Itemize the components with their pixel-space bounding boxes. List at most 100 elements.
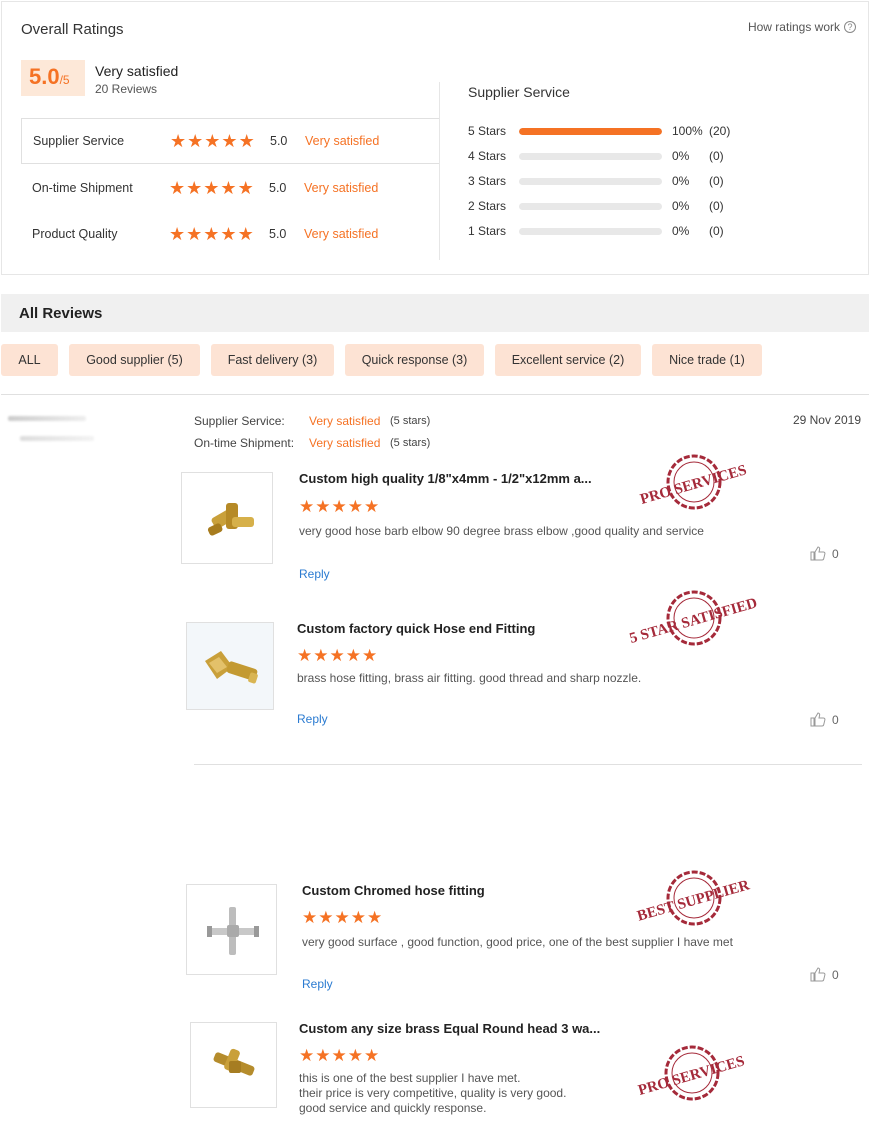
distribution-label: 1 Stars — [468, 224, 507, 238]
thumbs-up-icon — [810, 546, 826, 561]
product-stars: ★ ★ ★ ★ ★ — [302, 909, 382, 927]
product-thumbnail[interactable] — [186, 884, 277, 975]
tag-excellent-service[interactable]: Excellent service (2) — [495, 344, 641, 376]
star-icon: ★ — [362, 646, 378, 665]
distribution-percent: 0% — [672, 199, 690, 213]
product-stars: ★ ★ ★ ★ ★ — [299, 498, 379, 516]
overall-score-box: 5.0/5 — [21, 60, 85, 96]
distribution-percent: 0% — [672, 224, 690, 238]
product-thumbnail[interactable] — [181, 472, 273, 564]
category-stars: ★ ★ ★ ★ ★ — [169, 225, 269, 243]
like-count: 0 — [832, 967, 839, 982]
review-text-line: good service and quickly response. — [299, 1101, 487, 1115]
tag-quick-response[interactable]: Quick response (3) — [345, 344, 484, 376]
brass-hose-fitting-image — [187, 623, 273, 709]
distribution-row-3: 3 Stars 0% (0) — [468, 173, 724, 189]
star-icon: ★ — [367, 908, 383, 927]
star-icon: ★ — [186, 224, 203, 244]
category-row-product-quality[interactable]: Product Quality ★ ★ ★ ★ ★ 5.0 Very satisfied — [21, 211, 439, 257]
star-icon: ★ — [170, 131, 187, 151]
like-button[interactable]: 0 — [810, 967, 839, 982]
distribution-label: 5 Stars — [468, 124, 507, 138]
distribution-bar — [519, 152, 662, 160]
category-name: On-time Shipment — [32, 181, 133, 195]
star-icon: ★ — [187, 131, 204, 151]
thumbs-up-icon — [810, 967, 826, 982]
product-title[interactable]: Custom Chromed hose fitting — [302, 883, 485, 898]
distribution-bar — [519, 127, 662, 135]
reply-link[interactable]: Reply — [297, 712, 328, 726]
tag-nice-trade[interactable]: Nice trade (1) — [652, 344, 762, 376]
star-icon: ★ — [315, 497, 331, 516]
star-icon: ★ — [220, 178, 237, 198]
star-icon: ★ — [331, 497, 347, 516]
distribution-bar — [519, 177, 662, 185]
distribution-title: Supplier Service — [468, 84, 570, 100]
category-row-supplier-service[interactable]: Supplier Service ★ ★ ★ ★ ★ 5.0 Very satisfie… — [21, 118, 439, 164]
stamp-text: PRO SERVICES — [638, 462, 748, 508]
category-score: 5.0 — [270, 134, 288, 148]
star-icon: ★ — [364, 497, 380, 516]
brass-tee-fitting-image — [213, 1048, 255, 1076]
star-icon: ★ — [203, 178, 220, 198]
overall-score-max: /5 — [59, 73, 70, 87]
tag-fast-delivery[interactable]: Fast delivery (3) — [211, 344, 334, 376]
distribution-label: 3 Stars — [468, 174, 507, 188]
star-icon: ★ — [334, 908, 350, 927]
distribution-count: (0) — [709, 199, 724, 213]
how-ratings-work-label: How ratings work — [747, 20, 840, 34]
distribution-percent: 100% — [672, 124, 703, 138]
category-score: 5.0 — [269, 227, 287, 241]
distribution-bar-fill — [519, 127, 662, 135]
best-supplier-stamp: BEST SUPPLIER — [635, 870, 752, 926]
overall-ratings-title: Overall Ratings — [21, 21, 124, 38]
review-date: 29 Nov 2019 — [792, 413, 861, 427]
product-title[interactable]: Custom high quality 1/8"x4mm - 1/2"x12mm… — [299, 471, 592, 486]
divider — [1, 394, 869, 395]
distribution-bar — [519, 202, 662, 210]
stamp-text: 5 STAR SATISFIED — [628, 595, 759, 647]
product-title[interactable]: Custom any size brass Equal Round head 3… — [299, 1021, 600, 1036]
star-icon: ★ — [347, 497, 363, 516]
distribution-percent: 0% — [672, 149, 690, 163]
shipment-label: On-time Shipment: — [194, 436, 295, 450]
category-label: Very satisfied — [304, 227, 379, 241]
star-icon: ★ — [169, 178, 186, 198]
star-icon: ★ — [331, 1046, 347, 1065]
distribution-bar — [519, 227, 662, 235]
distribution-count: (0) — [709, 149, 724, 163]
star-icon: ★ — [350, 908, 366, 927]
like-button[interactable]: 0 — [810, 712, 839, 727]
star-icon: ★ — [347, 1046, 363, 1065]
tag-all[interactable]: ALL — [1, 344, 58, 376]
star-icon: ★ — [345, 646, 361, 665]
distribution-percent: 0% — [672, 174, 690, 188]
chromed-cross-fitting-image — [207, 907, 259, 955]
stamp-text: PRO SERVICES — [636, 1053, 746, 1099]
category-row-on-time-shipment[interactable]: On-time Shipment ★ ★ ★ ★ ★ 5.0 Very satisfie… — [21, 165, 439, 211]
reply-link[interactable]: Reply — [299, 567, 330, 581]
star-icon: ★ — [220, 224, 237, 244]
supplier-service-label: Supplier Service: — [194, 414, 285, 428]
how-ratings-work-link[interactable]: How ratings work ? — [748, 20, 856, 34]
distribution-label: 2 Stars — [468, 199, 507, 213]
distribution-row-2: 2 Stars 0% (0) — [468, 198, 724, 214]
reviews-count: 20 Reviews — [95, 82, 158, 96]
distribution-row-5: 5 Stars 100% (20) — [468, 123, 730, 139]
like-button[interactable]: 0 — [810, 546, 839, 561]
product-thumbnail[interactable] — [186, 622, 274, 710]
product-thumbnail[interactable] — [190, 1022, 277, 1108]
like-count: 0 — [832, 546, 839, 561]
star-icon: ★ — [204, 131, 221, 151]
category-score: 5.0 — [269, 181, 287, 195]
product-title[interactable]: Custom factory quick Hose end Fitting — [297, 621, 535, 636]
star-icon: ★ — [238, 131, 255, 151]
five-star-satisfied-stamp: 5 STAR SATISFIED — [628, 590, 759, 647]
product-stars: ★ ★ ★ ★ ★ — [299, 1047, 379, 1065]
tag-good-supplier[interactable]: Good supplier (5) — [69, 344, 200, 376]
product-stars: ★ ★ ★ ★ ★ — [297, 647, 377, 665]
star-icon: ★ — [186, 178, 203, 198]
reply-link[interactable]: Reply — [302, 977, 333, 991]
star-icon: ★ — [318, 908, 334, 927]
star-icon: ★ — [237, 224, 254, 244]
